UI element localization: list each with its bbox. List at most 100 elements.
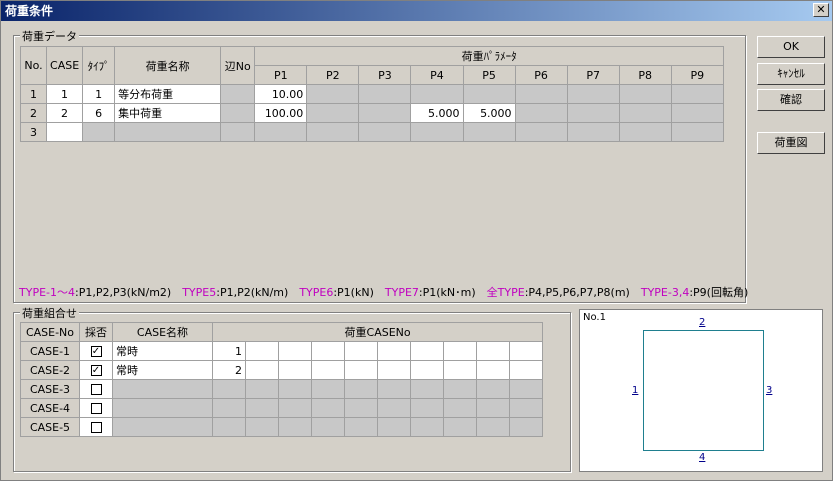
load-name-cell[interactable] bbox=[114, 122, 222, 142]
load-case-no-cell[interactable] bbox=[311, 360, 345, 380]
load-case-no-cell[interactable] bbox=[476, 417, 510, 437]
load-case-no-cell[interactable] bbox=[311, 398, 345, 418]
param-p6-cell[interactable] bbox=[514, 122, 568, 142]
case-name-cell[interactable] bbox=[112, 417, 213, 437]
param-p9-cell[interactable] bbox=[670, 103, 725, 123]
param-p8-cell[interactable] bbox=[618, 122, 672, 142]
adopt-checkbox[interactable] bbox=[90, 403, 102, 414]
load-case-no-cell[interactable] bbox=[245, 398, 279, 418]
param-p2-cell[interactable] bbox=[306, 122, 360, 142]
load-case-no-cell[interactable] bbox=[278, 417, 312, 437]
param-p4-cell[interactable] bbox=[410, 122, 464, 142]
case-cell[interactable]: 2 bbox=[46, 103, 84, 123]
load-case-no-cell[interactable] bbox=[476, 379, 510, 399]
load-case-no-cell[interactable] bbox=[410, 417, 444, 437]
param-p5-cell[interactable]: 5.000 bbox=[462, 103, 516, 123]
load-case-no-cell[interactable]: 1 bbox=[212, 341, 246, 361]
param-p4-cell[interactable] bbox=[410, 84, 464, 104]
load-case-no-cell[interactable] bbox=[476, 360, 510, 380]
case-cell[interactable] bbox=[46, 122, 84, 142]
load-case-no-cell[interactable] bbox=[377, 341, 411, 361]
load-case-no-cell[interactable] bbox=[344, 379, 378, 399]
param-p6-cell[interactable] bbox=[514, 103, 568, 123]
load-case-no-cell[interactable] bbox=[476, 341, 510, 361]
load-case-no-cell[interactable] bbox=[377, 417, 411, 437]
load-case-no-cell[interactable] bbox=[278, 360, 312, 380]
adopt-checkbox[interactable] bbox=[90, 384, 102, 395]
load-case-no-cell[interactable] bbox=[212, 417, 246, 437]
param-p5-cell[interactable] bbox=[462, 84, 516, 104]
param-p7-cell[interactable] bbox=[566, 103, 620, 123]
case-name-cell[interactable] bbox=[112, 398, 213, 418]
case-cell[interactable]: 1 bbox=[46, 84, 84, 104]
param-p8-cell[interactable] bbox=[618, 103, 672, 123]
param-p2-cell[interactable] bbox=[306, 103, 360, 123]
close-button[interactable]: ✕ bbox=[813, 3, 829, 17]
adopt-checkbox[interactable]: ✓ bbox=[90, 346, 102, 357]
load-case-no-cell[interactable] bbox=[245, 341, 279, 361]
load-case-no-cell[interactable] bbox=[311, 379, 345, 399]
load-case-no-cell[interactable] bbox=[410, 360, 444, 380]
load-case-no-cell[interactable] bbox=[344, 341, 378, 361]
param-p1-cell[interactable] bbox=[254, 122, 308, 142]
edge-label-bottom[interactable]: 4 bbox=[699, 452, 705, 463]
case-name-cell[interactable]: 常時 bbox=[112, 360, 213, 380]
load-case-no-cell[interactable] bbox=[377, 398, 411, 418]
load-diagram-button[interactable]: 荷重図 bbox=[757, 132, 825, 154]
param-p8-cell[interactable] bbox=[618, 84, 672, 104]
param-p3-cell[interactable] bbox=[358, 122, 412, 142]
load-case-no-cell[interactable] bbox=[245, 417, 279, 437]
load-case-no-cell[interactable] bbox=[344, 360, 378, 380]
load-case-no-cell[interactable] bbox=[344, 398, 378, 418]
case-name-cell[interactable]: 常時 bbox=[112, 341, 213, 361]
param-p9-cell[interactable] bbox=[670, 84, 725, 104]
load-case-no-cell[interactable] bbox=[311, 417, 345, 437]
param-p1-cell[interactable]: 10.00 bbox=[254, 84, 308, 104]
param-p2-cell[interactable] bbox=[306, 84, 360, 104]
load-case-no-cell[interactable] bbox=[212, 379, 246, 399]
case-name-cell[interactable] bbox=[112, 379, 213, 399]
load-case-no-cell[interactable]: 2 bbox=[212, 360, 246, 380]
type-cell[interactable] bbox=[82, 122, 116, 142]
load-case-no-cell[interactable] bbox=[508, 417, 544, 437]
load-case-no-cell[interactable] bbox=[278, 379, 312, 399]
edge-label-left[interactable]: 1 bbox=[632, 385, 638, 396]
load-case-no-cell[interactable] bbox=[377, 379, 411, 399]
load-case-no-cell[interactable] bbox=[278, 398, 312, 418]
load-case-no-cell[interactable] bbox=[410, 341, 444, 361]
param-p5-cell[interactable] bbox=[462, 122, 516, 142]
load-case-no-cell[interactable] bbox=[311, 341, 345, 361]
load-case-no-cell[interactable] bbox=[508, 379, 544, 399]
edge-no-cell[interactable] bbox=[220, 122, 256, 142]
load-case-no-cell[interactable] bbox=[410, 398, 444, 418]
param-p7-cell[interactable] bbox=[566, 84, 620, 104]
param-p7-cell[interactable] bbox=[566, 122, 620, 142]
edge-label-top[interactable]: 2 bbox=[699, 317, 705, 328]
load-case-no-cell[interactable] bbox=[377, 360, 411, 380]
load-case-no-cell[interactable] bbox=[443, 360, 477, 380]
param-p3-cell[interactable] bbox=[358, 84, 412, 104]
load-name-cell[interactable]: 集中荷重 bbox=[114, 103, 222, 123]
confirm-button[interactable]: 確認 bbox=[757, 89, 825, 111]
cancel-button[interactable]: ｷｬﾝｾﾙ bbox=[757, 63, 825, 85]
edge-no-cell[interactable] bbox=[220, 84, 256, 104]
param-p6-cell[interactable] bbox=[514, 84, 568, 104]
load-case-no-cell[interactable] bbox=[508, 398, 544, 418]
ok-button[interactable]: OK bbox=[757, 36, 825, 58]
load-case-no-cell[interactable] bbox=[245, 360, 279, 380]
load-case-no-cell[interactable] bbox=[410, 379, 444, 399]
load-case-no-cell[interactable] bbox=[508, 341, 544, 361]
load-case-no-cell[interactable] bbox=[443, 341, 477, 361]
adopt-checkbox[interactable] bbox=[90, 422, 102, 433]
load-name-cell[interactable]: 等分布荷重 bbox=[114, 84, 222, 104]
load-case-no-cell[interactable] bbox=[443, 398, 477, 418]
edge-label-right[interactable]: 3 bbox=[766, 385, 772, 396]
type-cell[interactable]: 6 bbox=[82, 103, 116, 123]
adopt-checkbox[interactable]: ✓ bbox=[90, 365, 102, 376]
load-case-no-cell[interactable] bbox=[508, 360, 544, 380]
load-case-no-cell[interactable] bbox=[443, 379, 477, 399]
param-p3-cell[interactable] bbox=[358, 103, 412, 123]
param-p9-cell[interactable] bbox=[670, 122, 725, 142]
edge-no-cell[interactable] bbox=[220, 103, 256, 123]
load-case-no-cell[interactable] bbox=[443, 417, 477, 437]
